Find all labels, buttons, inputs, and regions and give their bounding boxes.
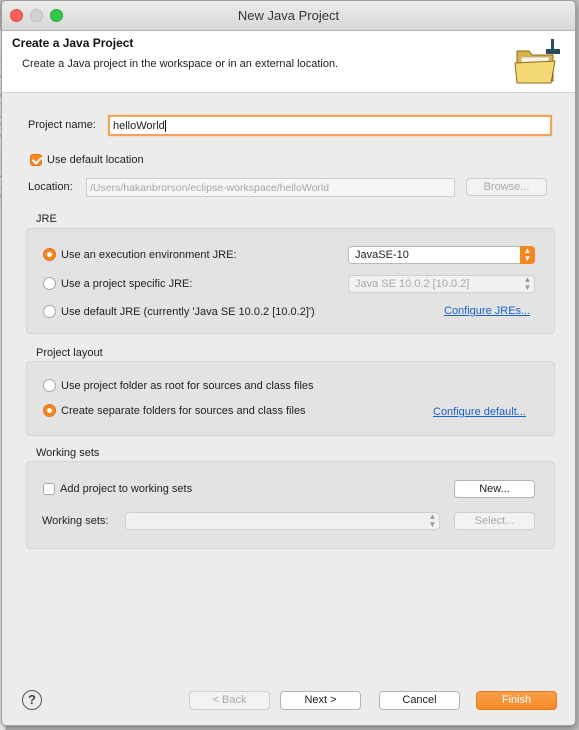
finish-button[interactable]: Finish [476,691,557,710]
configure-jres-link[interactable]: Configure JREs... [444,305,530,317]
jre-execution-environment-radio[interactable] [43,248,56,261]
project-name-value: helloWorld [113,120,165,132]
jre-project-specific-label: Use a project specific JRE: [61,278,193,290]
chevron-updown-icon: ▲ ▼ [520,246,535,264]
minimize-window-button[interactable] [30,9,43,22]
jre-project-specific-radio[interactable] [43,277,56,290]
project-specific-jre-value: Java SE 10.0.2 [10.0.2] [355,278,470,290]
location-value: /Users/hakanbrorson/eclipse-workspace/he… [90,182,330,194]
working-sets-group-title: Working sets [36,447,100,459]
location-label: Location: [28,181,73,193]
help-icon[interactable]: ? [22,690,42,710]
wizard-description: Create a Java project in the workspace o… [22,58,339,70]
project-name-label: Project name: [28,119,96,131]
wizard-title: Create a Java Project [12,36,134,50]
chevron-updown-icon: ▲ ▼ [523,275,532,292]
browse-button[interactable]: Browse... [466,178,547,196]
title-bar: New Java Project [2,1,575,31]
folder-icon [514,39,560,84]
location-input[interactable]: /Users/hakanbrorson/eclipse-workspace/he… [86,178,455,197]
zoom-window-button[interactable] [50,9,63,22]
jre-default-label: Use default JRE (currently 'Java SE 10.0… [61,306,315,318]
execution-environment-select[interactable]: JavaSE-10 ▲ ▼ [348,246,535,264]
use-default-location-checkbox[interactable] [30,154,42,166]
layout-separate-folders-radio[interactable] [43,404,56,417]
window-title: New Java Project [237,8,340,23]
new-working-set-button[interactable]: New... [454,480,535,498]
next-button[interactable]: Next > [280,691,361,710]
layout-separate-folders-label: Create separate folders for sources and … [61,405,306,417]
execution-environment-value: JavaSE-10 [355,249,409,261]
project-layout-group [26,361,555,436]
configure-default-link[interactable]: Configure default... [433,406,526,418]
use-default-location-label: Use default location [47,154,144,166]
add-to-working-sets-label: Add project to working sets [60,483,193,495]
working-sets-select[interactable]: ▲ ▼ [125,512,440,530]
project-specific-jre-select[interactable]: Java SE 10.0.2 [10.0.2] ▲ ▼ [348,275,535,293]
jre-default-radio[interactable] [43,305,56,318]
wizard-header: Create a Java Project Create a Java proj… [2,31,575,93]
jre-group-title: JRE [36,213,57,225]
chevron-updown-icon: ▲ ▼ [428,512,437,529]
working-sets-label: Working sets: [42,515,109,527]
project-name-input[interactable]: helloWorld [108,115,552,136]
project-layout-group-title: Project layout [36,347,103,359]
close-window-button[interactable] [10,9,23,22]
text-cursor [164,120,166,133]
cancel-button[interactable]: Cancel [379,691,460,710]
jre-execution-environment-label: Use an execution environment JRE: [61,249,237,261]
layout-root-folder-radio[interactable] [43,379,56,392]
back-button[interactable]: < Back [189,691,270,710]
working-sets-group [26,461,555,549]
new-java-project-dialog: New Java Project Create a Java Project C… [1,0,576,726]
layout-root-folder-label: Use project folder as root for sources a… [61,380,314,392]
add-to-working-sets-checkbox[interactable] [43,483,55,495]
select-working-sets-button[interactable]: Select... [454,512,535,530]
